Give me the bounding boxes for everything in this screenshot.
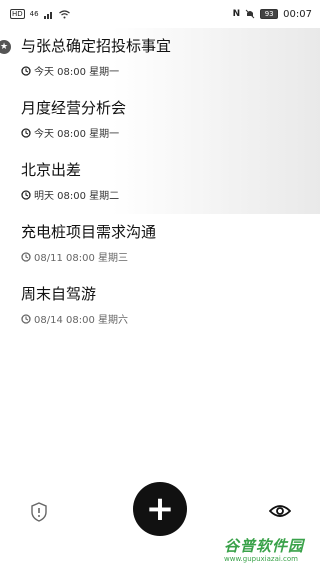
watermark-title: 谷普软件园: [224, 537, 305, 555]
task-meta: 08/14 08:00 星期六: [21, 311, 320, 326]
shield-alert-icon[interactable]: [30, 502, 48, 522]
app-screen: HD 46 N 93 00:07 ★ 与张总确定招投标事宜 今天 08:00 星…: [0, 0, 320, 569]
task-datetime: 08/14 08:00 星期六: [34, 315, 128, 326]
watermark-url: www.gupuxiazai.com: [224, 555, 298, 563]
clock-icon: [21, 127, 31, 138]
task-datetime: 今天 08:00 星期一: [34, 67, 120, 78]
add-task-button[interactable]: +: [133, 482, 187, 536]
task-datetime: 明天 08:00 星期二: [34, 191, 120, 202]
task-item[interactable]: ★ 与张总确定招投标事宜 今天 08:00 星期一: [0, 28, 320, 90]
eye-icon[interactable]: [269, 503, 291, 519]
status-bar: HD 46 N 93 00:07: [0, 0, 320, 28]
status-left: HD 46: [10, 9, 70, 19]
hd-indicator: HD: [10, 9, 25, 19]
signal-label: 46: [29, 10, 39, 18]
task-datetime: 今天 08:00 星期一: [34, 129, 120, 140]
task-item[interactable]: 月度经营分析会 今天 08:00 星期一: [0, 90, 320, 152]
star-icon: ★: [0, 40, 11, 54]
task-item[interactable]: 充电桩项目需求沟通 08/11 08:00 星期三: [0, 214, 320, 276]
task-list: ★ 与张总确定招投标事宜 今天 08:00 星期一 月度经营分析会 今天 08:…: [0, 28, 320, 338]
task-meta: 08/11 08:00 星期三: [21, 249, 320, 264]
watermark: 谷普软件园 www.gupuxiazai.com: [224, 537, 316, 567]
task-title: 与张总确定招投标事宜: [21, 37, 172, 55]
nfc-icon: N: [232, 9, 241, 19]
task-meta: 今天 08:00 星期一: [21, 63, 320, 78]
battery-indicator: 93: [260, 9, 279, 19]
status-right: N 93 00:07: [233, 9, 312, 20]
task-datetime: 08/11 08:00 星期三: [34, 253, 128, 264]
task-item[interactable]: 周末自驾游 08/14 08:00 星期六: [0, 276, 320, 338]
task-title: 北京出差: [21, 161, 82, 179]
clock-icon: [21, 251, 31, 262]
plus-icon: +: [145, 489, 175, 529]
task-meta: 今天 08:00 星期一: [21, 125, 320, 140]
task-item[interactable]: 北京出差 明天 08:00 星期二: [0, 152, 320, 214]
clock-icon: [21, 189, 31, 200]
task-title: 周末自驾游: [21, 285, 97, 303]
task-title: 月度经营分析会: [21, 99, 127, 117]
signal-icon: [43, 11, 52, 19]
task-title: 充电桩项目需求沟通: [21, 223, 157, 241]
task-meta: 明天 08:00 星期二: [21, 187, 320, 202]
clock-icon: [21, 65, 31, 76]
mute-icon: [245, 9, 255, 19]
clock-time: 00:07: [283, 8, 312, 20]
clock-icon: [21, 313, 31, 324]
wifi-icon: [58, 9, 70, 18]
